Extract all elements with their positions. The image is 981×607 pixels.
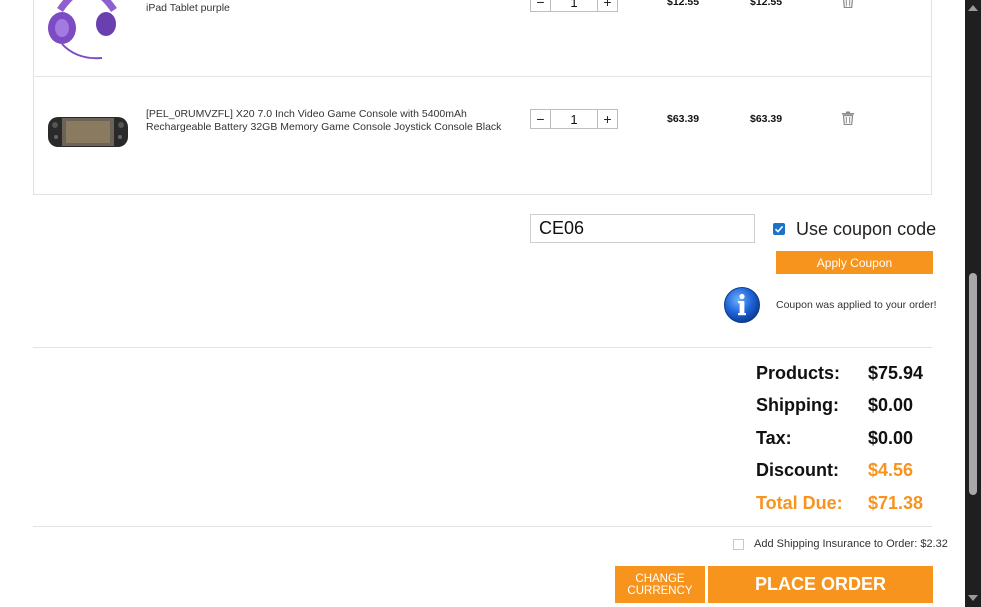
- quantity-stepper[interactable]: − 1 +: [530, 0, 618, 12]
- shipping-insurance-label[interactable]: Add Shipping Insurance to Order: $2.32: [754, 538, 948, 550]
- change-currency-button[interactable]: CHANGE CURRENCY: [615, 566, 705, 603]
- checkout-page: iPad Tablet purple − 1 + $12.55 $12.55 […: [0, 0, 965, 607]
- shipping-value: $0.00: [868, 395, 914, 415]
- row-divider: [34, 76, 931, 77]
- place-order-button[interactable]: PLACE ORDER: [708, 566, 933, 603]
- coupon-code-input[interactable]: [530, 214, 755, 243]
- scroll-up-arrow-icon[interactable]: [968, 5, 978, 11]
- headphones-product-image[interactable]: [42, 0, 132, 60]
- vertical-scrollbar[interactable]: [965, 0, 981, 607]
- total-due-label: Total Due:: [756, 493, 843, 513]
- tax-value: $0.00: [868, 428, 914, 448]
- trash-icon[interactable]: [841, 111, 855, 125]
- divider: [33, 347, 932, 348]
- product-name[interactable]: [PEL_0RUMVZFL] X20 7.0 Inch Video Game C…: [146, 108, 506, 134]
- change-currency-line1: CHANGE: [635, 572, 685, 585]
- quantity-value[interactable]: 1: [551, 0, 597, 11]
- unit-price: $12.55: [667, 0, 700, 8]
- product-name[interactable]: iPad Tablet purple: [146, 2, 506, 15]
- cart-items-table: iPad Tablet purple − 1 + $12.55 $12.55 […: [33, 0, 932, 195]
- scroll-down-arrow-icon[interactable]: [968, 595, 978, 601]
- products-label: Products:: [756, 363, 841, 383]
- unit-price: $63.39: [667, 113, 700, 125]
- increase-quantity-button[interactable]: +: [597, 0, 617, 11]
- total-due-value: $71.38: [868, 493, 924, 513]
- use-coupon-label[interactable]: Use coupon code: [796, 219, 936, 240]
- use-coupon-checkbox[interactable]: [773, 223, 785, 235]
- trash-icon[interactable]: [841, 0, 855, 8]
- line-total: $12.55: [750, 0, 783, 8]
- checkmark-icon: [774, 225, 784, 233]
- shipping-label: Shipping:: [756, 395, 839, 415]
- game-console-product-image[interactable]: [44, 103, 132, 161]
- divider: [33, 526, 932, 527]
- tax-label: Tax:: [756, 428, 792, 448]
- increase-quantity-button[interactable]: +: [597, 110, 617, 128]
- discount-label: Discount:: [756, 460, 839, 480]
- line-total: $63.39: [750, 113, 783, 125]
- coupon-status-message: Coupon was applied to your order!: [776, 299, 937, 311]
- info-icon: [724, 287, 760, 323]
- shipping-insurance-checkbox[interactable]: [733, 539, 744, 550]
- decrease-quantity-button[interactable]: −: [531, 0, 551, 11]
- quantity-stepper[interactable]: − 1 +: [530, 109, 618, 129]
- quantity-value[interactable]: 1: [551, 110, 597, 128]
- products-value: $75.94: [868, 363, 924, 383]
- apply-coupon-button[interactable]: Apply Coupon: [776, 251, 933, 274]
- scrollbar-thumb[interactable]: [969, 273, 977, 495]
- decrease-quantity-button[interactable]: −: [531, 110, 551, 128]
- change-currency-line2: CURRENCY: [627, 584, 693, 597]
- discount-value: $4.56: [868, 460, 914, 480]
